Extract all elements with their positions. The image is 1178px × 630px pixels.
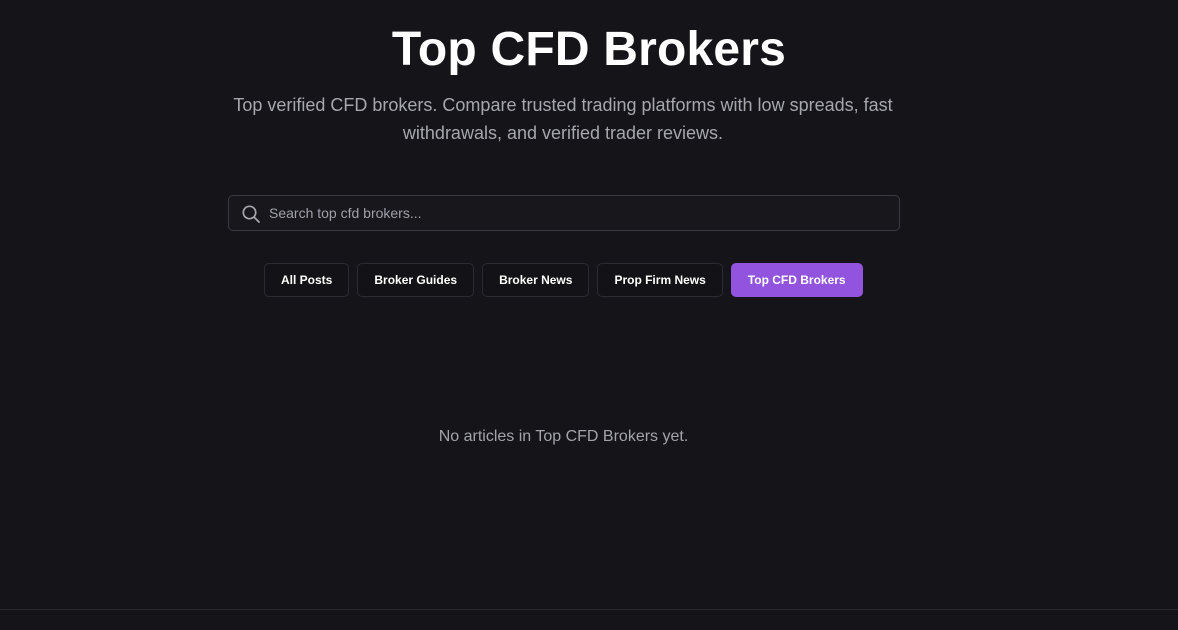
filter-broker-guides[interactable]: Broker Guides — [357, 263, 475, 297]
footer — [0, 609, 1178, 630]
search-icon — [241, 204, 261, 224]
search-bar[interactable] — [228, 195, 900, 231]
page: Top CFD Brokers Top verified CFD brokers… — [0, 0, 1178, 609]
category-filters: All Posts Broker Guides Broker News Prop… — [264, 263, 863, 297]
page-subtitle: Top verified CFD brokers. Compare truste… — [233, 95, 893, 143]
empty-state-message: No articles in Top CFD Brokers yet. — [438, 428, 689, 445]
page-title: Top CFD Brokers — [391, 23, 787, 76]
filter-prop-firm-news[interactable]: Prop Firm News — [597, 263, 723, 297]
search-input[interactable] — [269, 196, 889, 230]
filter-broker-news[interactable]: Broker News — [482, 263, 590, 297]
filter-all-posts[interactable]: All Posts — [264, 263, 350, 297]
filter-top-cfd-brokers[interactable]: Top CFD Brokers — [730, 263, 863, 297]
